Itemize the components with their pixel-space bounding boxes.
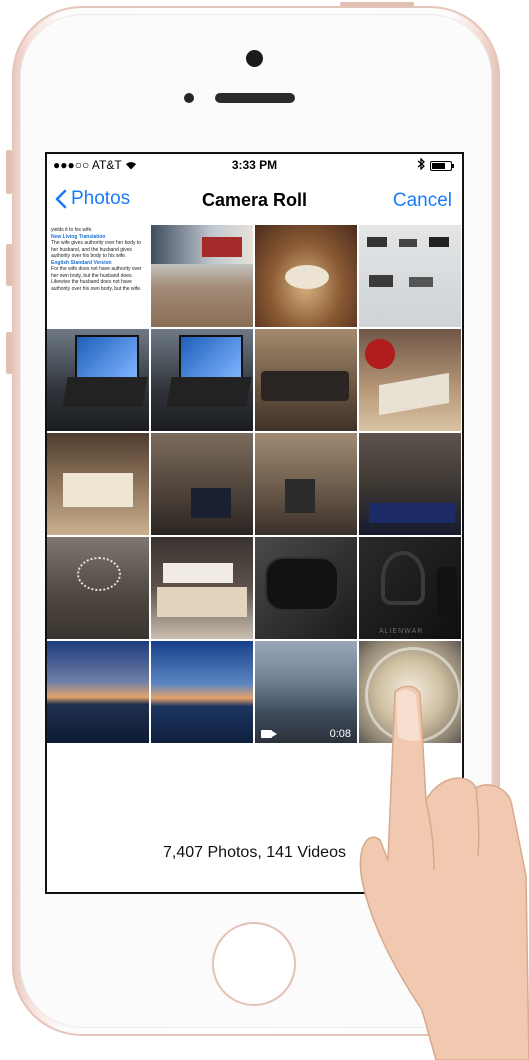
photo-thumb-products-shelf[interactable] xyxy=(359,225,461,327)
photo-thumb-living-room-2[interactable] xyxy=(255,433,357,535)
photo-thumb-sofa-showroom[interactable] xyxy=(255,329,357,431)
box-label: ALIENWAR xyxy=(379,628,424,635)
photo-thumb-panorama[interactable] xyxy=(255,225,357,327)
home-button[interactable] xyxy=(212,922,296,1006)
photo-thumb-chandelier[interactable] xyxy=(47,537,149,639)
front-camera xyxy=(246,50,263,67)
photo-thumb-sunset-2[interactable] xyxy=(151,641,253,743)
photo-thumb-screenshot-text[interactable]: yields it to his wife. New Living Transl… xyxy=(47,225,149,327)
stage: ●●●○○ AT&T 3:33 PM Photos Camera Roll Ca… xyxy=(0,0,529,1060)
thumb-text-body: The wife gives authority over her body t… xyxy=(51,240,142,259)
photo-thumb-bedroom[interactable] xyxy=(47,433,149,535)
thumb-text-body: For the wife does not have authority ove… xyxy=(51,266,142,292)
video-thumb-waves[interactable]: 0:08 xyxy=(255,641,357,743)
proximity-sensor xyxy=(184,93,194,103)
photo-thumb-dining-room[interactable] xyxy=(359,433,461,535)
status-bar: ●●●○○ AT&T 3:33 PM xyxy=(47,154,462,176)
video-camera-icon xyxy=(261,730,277,738)
photo-thumb-living-room-1[interactable] xyxy=(151,433,253,535)
photo-thumb-laptop-2[interactable] xyxy=(151,329,253,431)
nav-bar: Photos Camera Roll Cancel xyxy=(47,176,462,224)
battery-icon xyxy=(430,160,454,171)
photo-grid: yields it to his wife. New Living Transl… xyxy=(47,225,462,743)
cancel-button[interactable]: Cancel xyxy=(393,190,452,212)
bluetooth-icon xyxy=(417,157,425,173)
video-duration: 0:08 xyxy=(329,728,351,740)
photo-thumb-headset-box[interactable]: ALIENWAR xyxy=(359,537,461,639)
hand-illustration xyxy=(359,685,529,1060)
battery-level xyxy=(432,162,445,169)
photo-thumb-dining-table[interactable] xyxy=(359,329,461,431)
earpiece-speaker xyxy=(215,93,295,103)
status-time: 3:33 PM xyxy=(231,158,278,172)
photo-thumb-bed-pillows[interactable] xyxy=(151,537,253,639)
photo-thumb-sunset-1[interactable] xyxy=(47,641,149,743)
photo-thumb-office[interactable] xyxy=(151,225,253,327)
status-right xyxy=(417,157,454,173)
photo-thumb-laptop-1[interactable] xyxy=(47,329,149,431)
photo-thumb-vr-headset[interactable] xyxy=(255,537,357,639)
